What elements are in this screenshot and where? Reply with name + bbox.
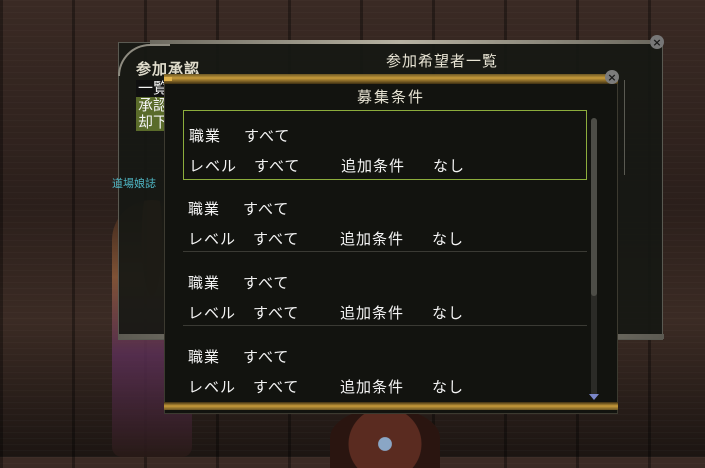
conditions-panel-title: 募集条件 — [356, 88, 425, 106]
close-icon[interactable]: × — [605, 70, 619, 84]
job-value: すべて — [243, 274, 290, 292]
scrollbar-thumb[interactable] — [591, 118, 597, 296]
conditions-panel-bottom-trim — [164, 402, 618, 410]
extra-condition-value: なし — [432, 378, 465, 396]
level-value: すべて — [254, 157, 301, 175]
level-value: すべて — [253, 230, 300, 248]
job-value: すべて — [244, 127, 291, 145]
level-label: レベル — [188, 230, 237, 248]
scroll-down-arrow-icon[interactable] — [589, 394, 599, 400]
conditions-scrollbar[interactable] — [591, 118, 597, 396]
extra-condition-label: 追加条件 — [341, 157, 406, 175]
condition-row[interactable]: 職業 すべて レベル すべて 追加条件 なし — [183, 332, 585, 400]
side-note: 道場娘誌 — [112, 177, 156, 190]
job-label: 職業 — [188, 274, 221, 292]
row-divider — [183, 325, 587, 326]
job-label: 職業 — [188, 348, 221, 366]
level-label: レベル — [189, 157, 238, 175]
extra-condition-label: 追加条件 — [340, 378, 405, 396]
level-value: すべて — [253, 378, 300, 396]
background-shield — [330, 408, 440, 468]
level-value: すべて — [253, 304, 300, 322]
level-label: レベル — [188, 378, 237, 396]
extra-condition-value: なし — [432, 230, 465, 248]
job-label: 職業 — [188, 200, 221, 218]
close-icon[interactable]: × — [650, 35, 664, 49]
extra-condition-label: 追加条件 — [340, 304, 405, 322]
participant-panel-title: 参加希望者一覧 — [386, 52, 499, 70]
condition-row[interactable]: 職業 すべて レベル すべて 追加条件 なし — [183, 110, 587, 180]
row-divider — [183, 251, 587, 252]
conditions-list: 職業 すべて レベル すべて 追加条件 なし 職業 すべて レベル すべて 追加… — [183, 110, 587, 400]
extra-condition-value: なし — [433, 157, 466, 175]
participant-panel-top-trim — [150, 40, 650, 44]
level-label: レベル — [188, 304, 237, 322]
job-label: 職業 — [189, 127, 222, 145]
extra-condition-label: 追加条件 — [340, 230, 405, 248]
condition-row[interactable]: 職業 すべて レベル すべて 追加条件 なし — [183, 184, 587, 252]
condition-row[interactable]: 職業 すべて レベル すべて 追加条件 なし — [183, 258, 587, 326]
extra-condition-value: なし — [432, 304, 465, 322]
conditions-panel-top-trim — [164, 74, 618, 84]
job-value: すべて — [243, 200, 290, 218]
job-value: すべて — [243, 348, 290, 366]
